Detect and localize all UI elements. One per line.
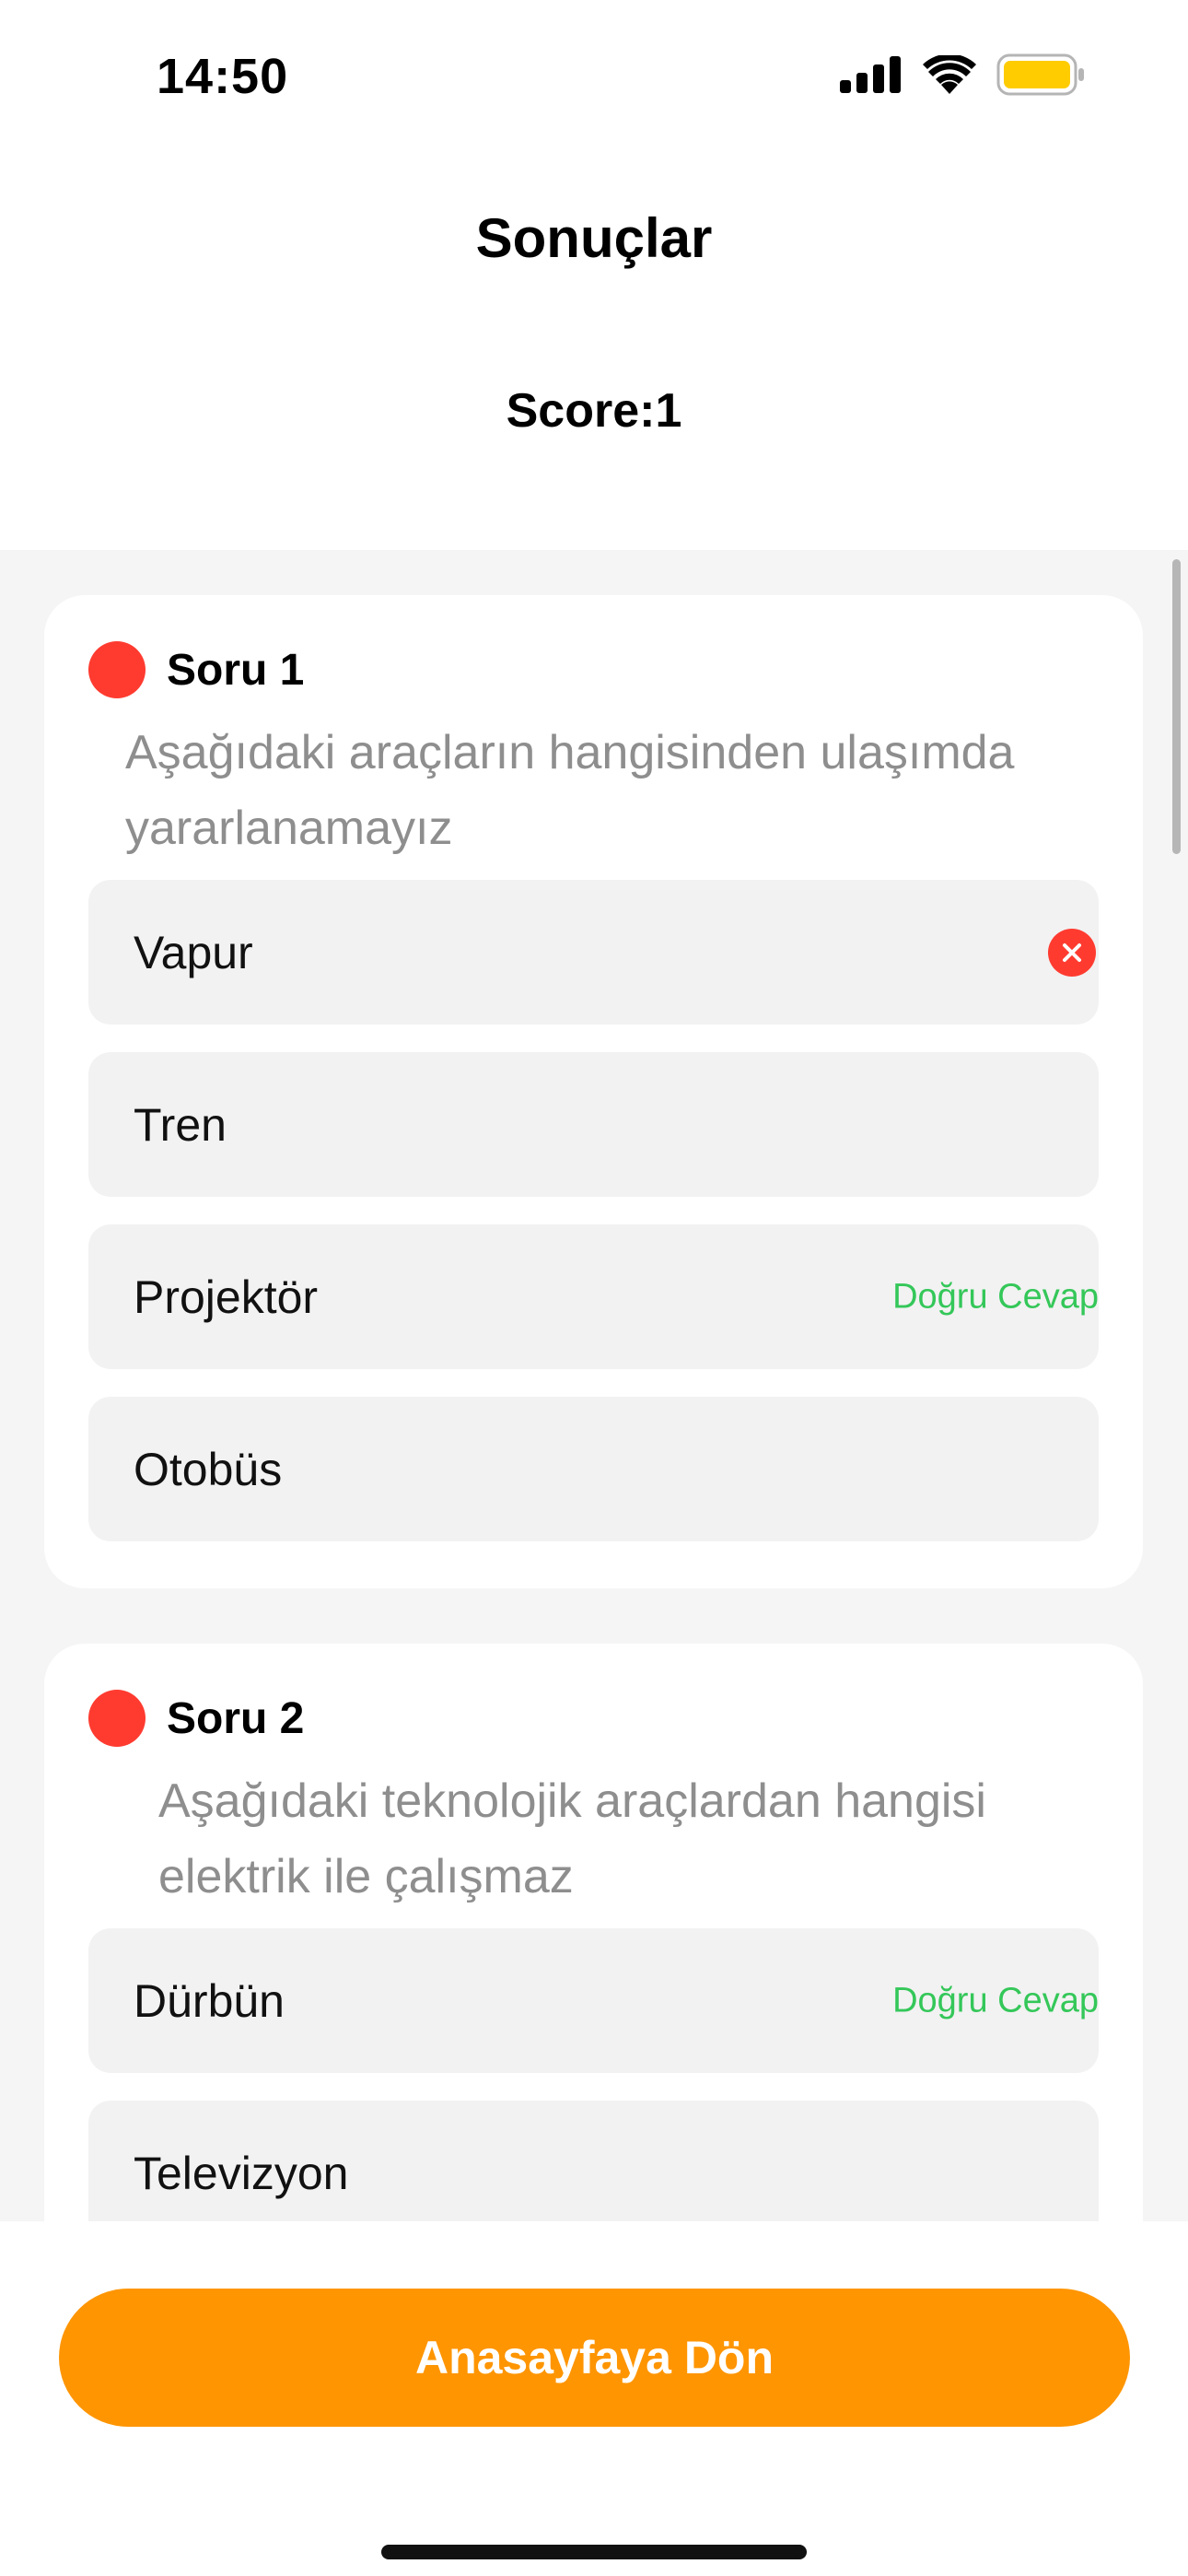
answer-option: Vapur [88, 880, 1099, 1025]
battery-icon [996, 53, 1085, 100]
answer-label: Vapur [134, 926, 253, 978]
question-card-1: Soru 1 Aşağıdaki araçların hangisinden u… [44, 595, 1143, 1588]
correct-answer-label: Doğru Cevap [892, 1277, 1099, 1316]
answer-label: Dürbün [134, 1974, 285, 2027]
status-time: 14:50 [157, 49, 289, 104]
question-title: Soru 1 [167, 646, 305, 695]
home-indicator[interactable] [381, 2545, 807, 2559]
bottom-bar: Anasayfaya Dön [0, 2221, 1188, 2576]
score-label: Score:1 [506, 384, 682, 438]
answer-option: Otobüs [88, 1397, 1099, 1541]
cellular-signal-icon [840, 55, 903, 98]
correct-answer-label: Doğru Cevap [892, 1981, 1099, 2020]
question-text: Aşağıdaki araçların hangisinden ulaşımda… [125, 726, 1015, 855]
answer-option: Tren [88, 1052, 1099, 1197]
question-text: Aşağıdaki teknolojik araçlardan hangisi … [158, 1774, 986, 1903]
scrollbar[interactable] [1172, 559, 1181, 854]
answer-label: Tren [134, 1098, 227, 1151]
status-bar: 14:50 [0, 0, 1188, 157]
results-list[interactable]: Soru 1 Aşağıdaki araçların hangisinden u… [0, 550, 1188, 2221]
answer-option: Projektör Doğru Cevap [88, 1224, 1099, 1369]
answer-label: Televizyon [134, 2147, 349, 2199]
answer-option: Televizyon [88, 2101, 1099, 2221]
question-card-2: Soru 2 Aşağıdaki teknolojik araçlardan h… [44, 1644, 1143, 2221]
question-status-dot [88, 641, 146, 698]
answer-option: Dürbün Doğru Cevap [88, 1928, 1099, 2073]
question-title: Soru 2 [167, 1694, 305, 1743]
wifi-icon [923, 53, 976, 99]
answer-label: Otobüs [134, 1443, 283, 1495]
status-icons [840, 53, 1085, 100]
page-title: Sonuçlar [475, 207, 713, 269]
wrong-answer-icon [1048, 928, 1096, 977]
answer-label: Projektör [134, 1270, 319, 1323]
question-status-dot [88, 1690, 146, 1747]
home-button[interactable]: Anasayfaya Dön [59, 2289, 1130, 2427]
